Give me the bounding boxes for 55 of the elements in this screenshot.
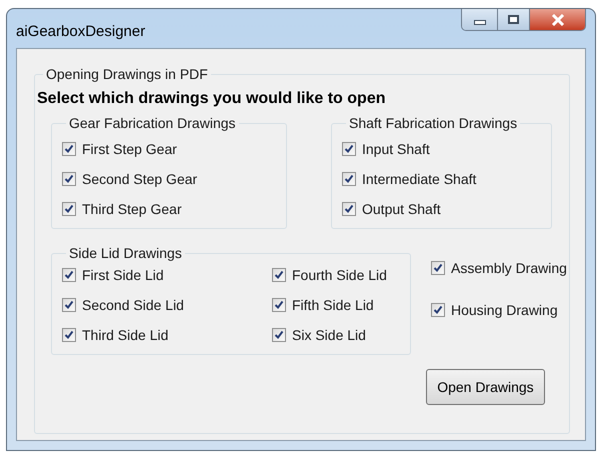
checkmark-icon (433, 263, 443, 273)
checkbox[interactable] (272, 328, 286, 342)
checkmark-icon (64, 330, 74, 340)
group-title: Gear Fabrication Drawings (68, 114, 237, 133)
maximize-icon (508, 15, 519, 24)
window-title: aiGearboxDesigner (16, 22, 146, 42)
drawing-checkbox[interactable]: Output Shaft (342, 194, 541, 224)
checkmark-icon (274, 330, 284, 340)
checkmark-icon (274, 300, 284, 310)
checkbox[interactable] (62, 298, 76, 312)
checkbox[interactable] (62, 142, 76, 156)
checkmark-icon (64, 270, 74, 280)
checkmark-icon (64, 144, 74, 154)
drawing-checkbox[interactable]: Second Side Lid (62, 290, 272, 320)
drawing-checkbox[interactable]: Housing Drawing (431, 295, 567, 325)
group-title: Opening Drawings in PDF (45, 65, 209, 84)
minimize-icon (474, 20, 486, 25)
drawing-checkbox[interactable]: Six Side Lid (272, 320, 400, 350)
drawing-checkbox[interactable]: Third Step Gear (62, 194, 276, 224)
checkmark-icon (274, 270, 284, 280)
checkmark-icon (433, 305, 443, 315)
checkmark-icon (64, 174, 74, 184)
drawing-checkbox[interactable]: Fifth Side Lid (272, 290, 400, 320)
checkbox[interactable] (431, 303, 445, 317)
drawing-checkbox[interactable]: Third Side Lid (62, 320, 272, 350)
group-title: Shaft Fabrication Drawings (348, 114, 518, 133)
checkmark-icon (64, 204, 74, 214)
drawing-checkbox[interactable]: Second Step Gear (62, 164, 276, 194)
open-drawings-button[interactable]: Open Drawings (426, 369, 545, 405)
checkbox[interactable] (272, 268, 286, 282)
maximize-button[interactable] (498, 9, 530, 30)
checkbox[interactable] (62, 268, 76, 282)
checkbox[interactable] (62, 172, 76, 186)
checkmark-icon (344, 204, 354, 214)
checkmark-icon (344, 144, 354, 154)
checkbox[interactable] (272, 298, 286, 312)
checkmark-icon (344, 174, 354, 184)
minimize-button[interactable] (462, 9, 498, 30)
close-icon (550, 14, 564, 26)
checkbox[interactable] (342, 202, 356, 216)
drawing-checkbox[interactable]: Intermediate Shaft (342, 164, 541, 194)
drawing-checkbox[interactable]: Assembly Drawing (431, 253, 567, 283)
checkbox[interactable] (342, 172, 356, 186)
drawing-checkbox[interactable]: Input Shaft (342, 134, 541, 164)
drawing-checkbox[interactable]: First Side Lid (62, 260, 272, 290)
checkmark-icon (64, 300, 74, 310)
close-button[interactable] (530, 9, 585, 30)
checkbox[interactable] (62, 202, 76, 216)
group-title: Side Lid Drawings (68, 244, 183, 263)
checkbox[interactable] (62, 328, 76, 342)
heading: Select which drawings you would like to open (37, 89, 386, 109)
checkbox[interactable] (431, 261, 445, 275)
checkbox[interactable] (342, 142, 356, 156)
drawing-checkbox[interactable]: Fourth Side Lid (272, 260, 400, 290)
drawing-checkbox[interactable]: First Step Gear (62, 134, 276, 164)
